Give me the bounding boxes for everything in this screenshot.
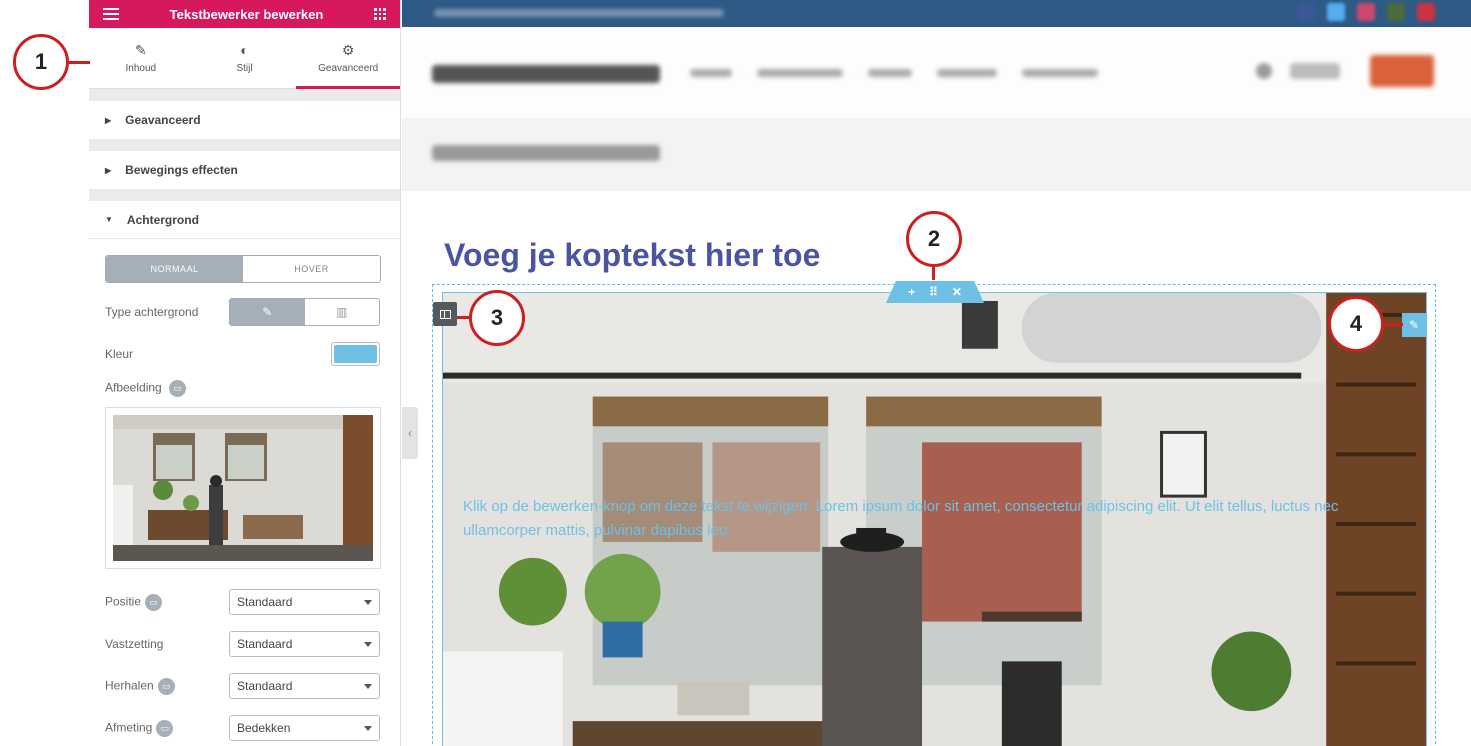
collapse-panel-button[interactable]: ‹ [402, 407, 418, 459]
background-type-switch: ✎ ▥ [229, 298, 380, 326]
site-header [402, 27, 1471, 117]
social-icon [1387, 3, 1405, 21]
blurred-menu-item [690, 69, 732, 77]
menu-icon[interactable] [103, 8, 119, 20]
blurred-account [1290, 63, 1340, 79]
caret-right-icon: ▶ [105, 115, 112, 125]
tab-geavanceerd[interactable]: ⚙ Geavanceerd [296, 28, 400, 89]
column-icon [439, 309, 451, 319]
panel-title: Tekstbewerker bewerken [169, 6, 324, 22]
section-title: Bewegings effecten [125, 163, 238, 177]
blurred-menu-item [1022, 69, 1098, 77]
blurred-menu-item [757, 69, 843, 77]
social-icon [1297, 3, 1315, 21]
drag-section-icon[interactable]: ⠿ [929, 285, 938, 299]
page-heading[interactable]: Voeg je koptekst hier toe [444, 237, 820, 274]
state-normaal-tab[interactable]: NORMAAL [106, 256, 243, 282]
pencil-icon: ✎ [134, 41, 147, 58]
callout-3-pointer [457, 316, 471, 319]
color-picker[interactable] [331, 342, 380, 366]
panel-tabs: ✎ Inhoud ◐ Stijl ⚙ Geavanceerd [89, 28, 400, 89]
vastzetting-select[interactable]: Standaard [229, 631, 380, 657]
gear-icon: ⚙ [341, 41, 355, 58]
callout-2: 2 [906, 211, 962, 267]
callout-1: 1 [13, 34, 69, 90]
blurred-logo [432, 65, 660, 83]
page-preview: Voeg je koptekst hier toe Klik op de bew… [402, 0, 1471, 746]
blurred-menu-item [868, 69, 912, 77]
callout-2-pointer [932, 266, 935, 280]
responsive-icon[interactable]: ▭ [156, 719, 174, 737]
editor-panel: Tekstbewerker bewerken ✎ Inhoud ◐ Stijl … [89, 0, 401, 746]
afmeting-label: Afmeting [105, 720, 153, 735]
contrast-icon: ◐ [240, 41, 249, 58]
callout-3: 3 [469, 290, 525, 346]
pencil-icon: ✎ [1408, 318, 1420, 332]
blurred-cta-button [1370, 55, 1434, 87]
herhalen-label: Herhalen [105, 678, 154, 693]
responsive-icon[interactable]: ▭ [169, 380, 187, 397]
section-geavanceerd[interactable]: ▶ Geavanceerd [89, 101, 400, 139]
tab-label: Stijl [236, 62, 253, 74]
responsive-icon[interactable]: ▭ [157, 677, 175, 695]
positie-select[interactable]: Standaard [229, 589, 380, 615]
chevron-left-icon: ‹ [408, 426, 412, 440]
select-value: Standaard [237, 595, 293, 609]
site-topbar [402, 0, 1471, 27]
callout-4-pointer [1383, 323, 1403, 326]
blurred-search-icon [1256, 63, 1272, 79]
herhalen-select[interactable]: Standaard [229, 673, 380, 699]
positie-label: Positie [105, 594, 142, 609]
blurred-topbar-text [434, 9, 724, 17]
dropdown-arrow-icon [364, 599, 372, 605]
afbeelding-label: Afbeelding [105, 380, 162, 395]
tab-label: Geavanceerd [318, 62, 379, 74]
delete-section-icon[interactable]: ✕ [952, 285, 962, 299]
section-title: Achtergrond [126, 212, 199, 227]
achtergrond-controls: NORMAAL HOVER Type achtergrond ✎ ▥ Kleur… [89, 239, 400, 746]
brush-icon[interactable]: ✎ [230, 299, 305, 325]
widget-edit-button[interactable]: ✎ [1402, 313, 1426, 337]
page-title-band [402, 118, 1471, 191]
blurred-menu-item [937, 69, 997, 77]
tab-stijl[interactable]: ◐ Stijl [193, 28, 297, 88]
section-achtergrond[interactable]: ▼ Achtergrond [89, 201, 400, 239]
responsive-icon[interactable]: ▭ [145, 593, 163, 611]
social-icon [1357, 3, 1375, 21]
background-image-thumbnail [113, 415, 373, 561]
vastzetting-label: Vastzetting [105, 637, 164, 651]
tab-inhoud[interactable]: ✎ Inhoud [89, 28, 193, 88]
add-section-icon[interactable]: + [908, 285, 915, 299]
social-icon [1417, 3, 1435, 21]
text-editor-widget[interactable]: Klik op de bewerken-knop om deze tekst t… [463, 495, 1413, 543]
state-switch: NORMAAL HOVER [105, 255, 381, 283]
caret-down-icon: ▼ [105, 215, 113, 224]
callout-1-pointer [68, 61, 90, 64]
dropdown-arrow-icon [364, 683, 372, 689]
panel-header: Tekstbewerker bewerken [89, 0, 400, 28]
image-picker[interactable] [105, 407, 381, 569]
section-title: Geavanceerd [125, 113, 201, 127]
section-handle: + ⠿ ✕ [886, 281, 984, 303]
kleur-label: Kleur [105, 347, 134, 361]
select-value: Standaard [237, 679, 293, 693]
state-hover-tab[interactable]: HOVER [243, 256, 380, 282]
afmeting-select[interactable]: Bedekken [229, 715, 380, 741]
column-handle[interactable] [433, 302, 457, 326]
select-value: Bedekken [237, 721, 291, 735]
section-bewegings-effecten[interactable]: ▶ Bewegings effecten [89, 151, 400, 189]
gradient-icon[interactable]: ▥ [304, 299, 379, 325]
type-achtergrond-label: Type achtergrond [105, 305, 199, 319]
caret-right-icon: ▶ [105, 165, 112, 175]
blurred-page-title [432, 145, 660, 161]
color-swatch [334, 345, 377, 363]
select-value: Standaard [237, 637, 293, 651]
callout-4: 4 [1328, 296, 1384, 352]
tab-label: Inhoud [125, 62, 157, 74]
dropdown-arrow-icon [364, 725, 372, 731]
social-icon [1327, 3, 1345, 21]
dropdown-arrow-icon [364, 641, 372, 647]
widgets-grid-icon[interactable] [373, 8, 386, 20]
